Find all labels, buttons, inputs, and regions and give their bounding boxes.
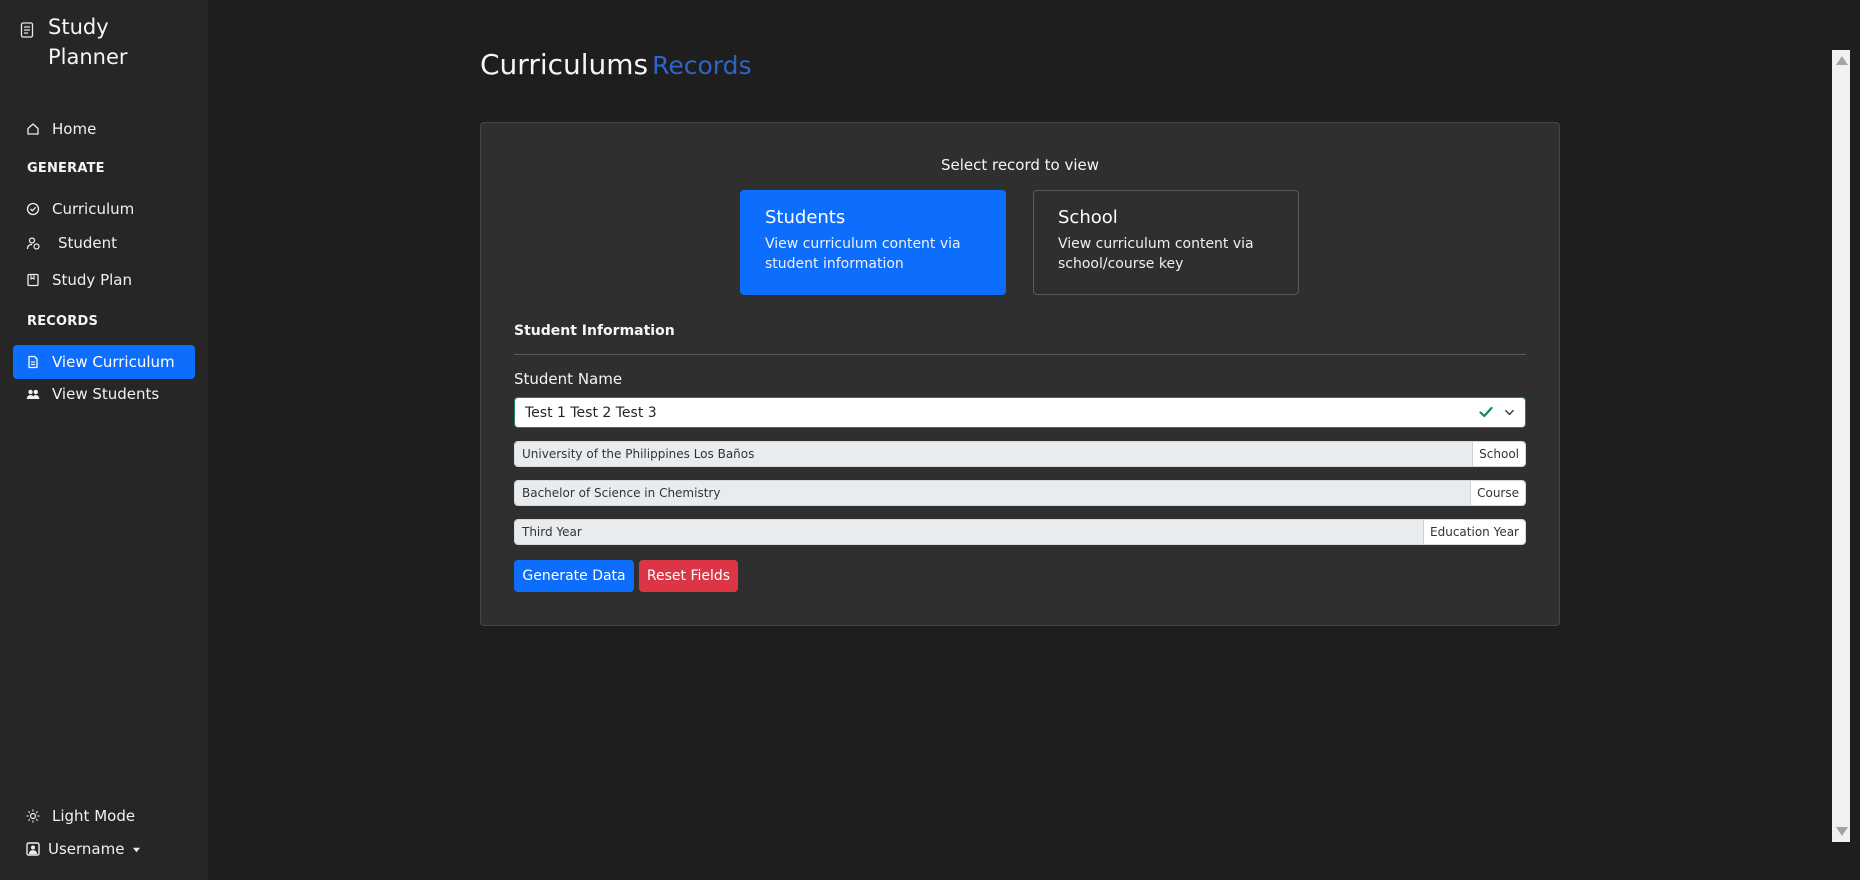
- page-title-main: Curriculums: [480, 48, 649, 81]
- sidebar-item-label: Curriculum: [52, 200, 135, 218]
- scrollbar[interactable]: [1832, 50, 1850, 842]
- student-name-value: Test 1 Test 2 Test 3: [525, 404, 657, 421]
- records-card: Select record to view Students View curr…: [480, 122, 1560, 626]
- school-field: University of the Philippines Los Baños …: [514, 441, 1526, 467]
- section-heading: Student Information: [514, 323, 675, 339]
- divider: [514, 354, 1526, 355]
- scroll-up-arrow-icon[interactable]: [1836, 56, 1848, 65]
- sidebar-item-label: Home: [52, 120, 97, 138]
- course-value: Bachelor of Science in Chemistry: [515, 481, 1471, 505]
- section-label-generate: GENERATE: [27, 161, 105, 176]
- sidebar-item-label: Study Plan: [52, 271, 132, 289]
- select-prompt: Select record to view: [940, 156, 1100, 174]
- user-square-icon: [26, 842, 40, 856]
- course-field: Bachelor of Science in Chemistry Course: [514, 480, 1526, 506]
- chevron-down-icon: [1505, 409, 1514, 416]
- user-menu[interactable]: Username: [13, 832, 195, 866]
- app-title: Study Planner: [48, 15, 128, 69]
- document-icon: [28, 355, 38, 369]
- person-add-icon: [26, 237, 40, 250]
- generate-data-button[interactable]: Generate Data: [514, 560, 634, 592]
- sidebar-item-view-students[interactable]: View Students: [13, 377, 195, 411]
- option-description: View curriculum content via student info…: [765, 236, 961, 272]
- caret-down-icon: [133, 847, 141, 852]
- option-title: School: [1058, 207, 1118, 228]
- sidebar-item-home[interactable]: Home: [13, 112, 195, 146]
- option-title: Students: [765, 207, 846, 228]
- section-label-records: RECORDS: [27, 314, 99, 329]
- education-year-value: Third Year: [515, 520, 1424, 544]
- light-mode-toggle[interactable]: Light Mode: [13, 799, 195, 833]
- light-mode-label: Light Mode: [52, 807, 136, 825]
- education-year-tag: Education Year: [1423, 520, 1525, 544]
- journal-icon: [20, 22, 34, 38]
- sidebar-item-label: Student: [58, 234, 118, 252]
- sidebar-item-study-plan[interactable]: Study Plan: [13, 263, 195, 297]
- page-title-accent: Records: [652, 51, 752, 80]
- student-name-select[interactable]: Test 1 Test 2 Test 3: [514, 397, 1526, 428]
- option-card-school[interactable]: School View curriculum content via schoo…: [1033, 190, 1299, 295]
- school-value: University of the Philippines Los Baños: [515, 442, 1473, 466]
- option-card-students[interactable]: Students View curriculum content via stu…: [740, 190, 1006, 295]
- sidebar: Study Planner Home GENERATE Curriculum S…: [0, 0, 208, 880]
- student-name-label: Student Name: [514, 370, 623, 388]
- sidebar-item-student[interactable]: Student: [13, 226, 195, 260]
- sun-icon: [26, 809, 40, 823]
- house-icon: [27, 123, 39, 135]
- sidebar-item-label: View Curriculum: [52, 353, 175, 371]
- people-icon: [26, 389, 40, 399]
- course-tag: Course: [1470, 481, 1525, 505]
- username-label: Username: [48, 840, 125, 858]
- check-icon: [1479, 406, 1493, 418]
- bookmark-book-icon: [27, 273, 39, 287]
- scroll-down-arrow-icon[interactable]: [1836, 827, 1848, 836]
- school-tag: School: [1472, 442, 1525, 466]
- sidebar-item-curriculum[interactable]: Curriculum: [13, 192, 195, 226]
- sidebar-item-view-curriculum[interactable]: View Curriculum: [13, 345, 195, 379]
- education-year-field: Third Year Education Year: [514, 519, 1526, 545]
- brand[interactable]: Study Planner: [20, 12, 200, 72]
- reset-fields-button[interactable]: Reset Fields: [639, 560, 738, 592]
- page-title: Curriculums Records: [480, 48, 752, 81]
- option-description: View curriculum content via school/cours…: [1058, 236, 1254, 272]
- check-circle-icon: [26, 202, 40, 216]
- sidebar-item-label: View Students: [52, 385, 160, 403]
